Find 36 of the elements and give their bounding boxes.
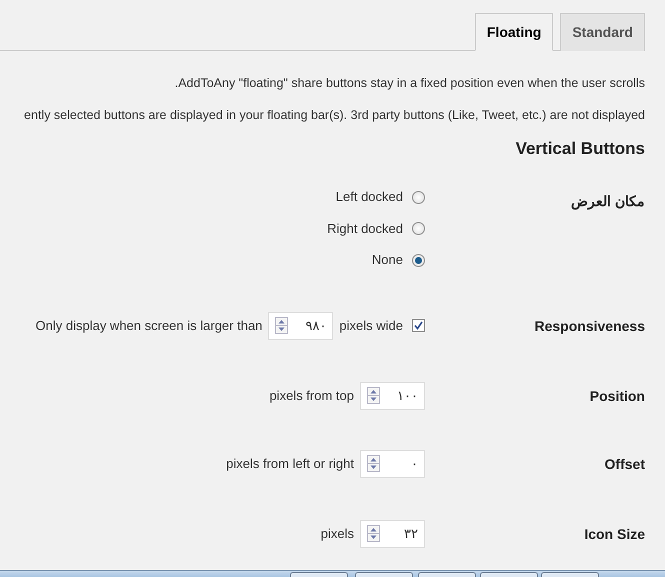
setting-label: Icon Size — [583, 524, 645, 544]
option-label[interactable]: Right docked — [327, 218, 403, 238]
spinner-icon[interactable] — [367, 387, 380, 404]
tab[interactable]: Floating — [474, 13, 554, 51]
spinner-icon[interactable] — [367, 525, 380, 542]
field-label: pixels — [320, 525, 354, 544]
option-label[interactable]: None — [372, 250, 403, 270]
description-text: .AddToAny "floating" share buttons stay in a fixed position even when the user scrolls — [174, 75, 645, 91]
number-field[interactable]: ٠ — [360, 450, 425, 478]
setting-label: مكان العرض — [570, 192, 645, 212]
number-field[interactable]: ٩٨٠ — [268, 312, 334, 340]
taskbar-button[interactable] — [355, 572, 413, 577]
option-label[interactable]: Left docked — [336, 187, 403, 207]
taskbar-button[interactable] — [418, 572, 476, 577]
field-label: pixels from left or right — [226, 455, 354, 474]
taskbar-button[interactable] — [480, 572, 538, 577]
field-label: pixels from top — [269, 387, 354, 406]
check-icon — [414, 321, 423, 330]
checkbox[interactable] — [412, 319, 425, 332]
setting-label: Responsiveness — [534, 316, 645, 336]
setting-label: Position — [588, 386, 645, 406]
field-label: Only display when screen is larger than — [36, 317, 262, 336]
taskbar-button[interactable] — [541, 572, 599, 577]
number-field[interactable]: ١٠٠ — [360, 382, 425, 410]
section-title: Vertical Buttons — [514, 139, 645, 160]
description-text: ently selected buttons are displayed in your floating bar(s). 3rd party buttons (Like, Tweet, etc.) are not displayed — [24, 107, 645, 123]
field-suffix: pixels wide — [339, 317, 403, 336]
radio-button[interactable] — [412, 254, 425, 267]
spinner-icon[interactable] — [367, 455, 380, 472]
taskbar-button[interactable] — [290, 572, 348, 577]
tab[interactable]: Standard — [560, 13, 645, 51]
setting-label: Offset — [604, 454, 645, 474]
radio-button[interactable] — [412, 190, 425, 204]
radio-button[interactable] — [412, 222, 425, 236]
number-field[interactable]: ٣٢ — [360, 520, 425, 548]
spinner-icon[interactable] — [275, 317, 288, 334]
